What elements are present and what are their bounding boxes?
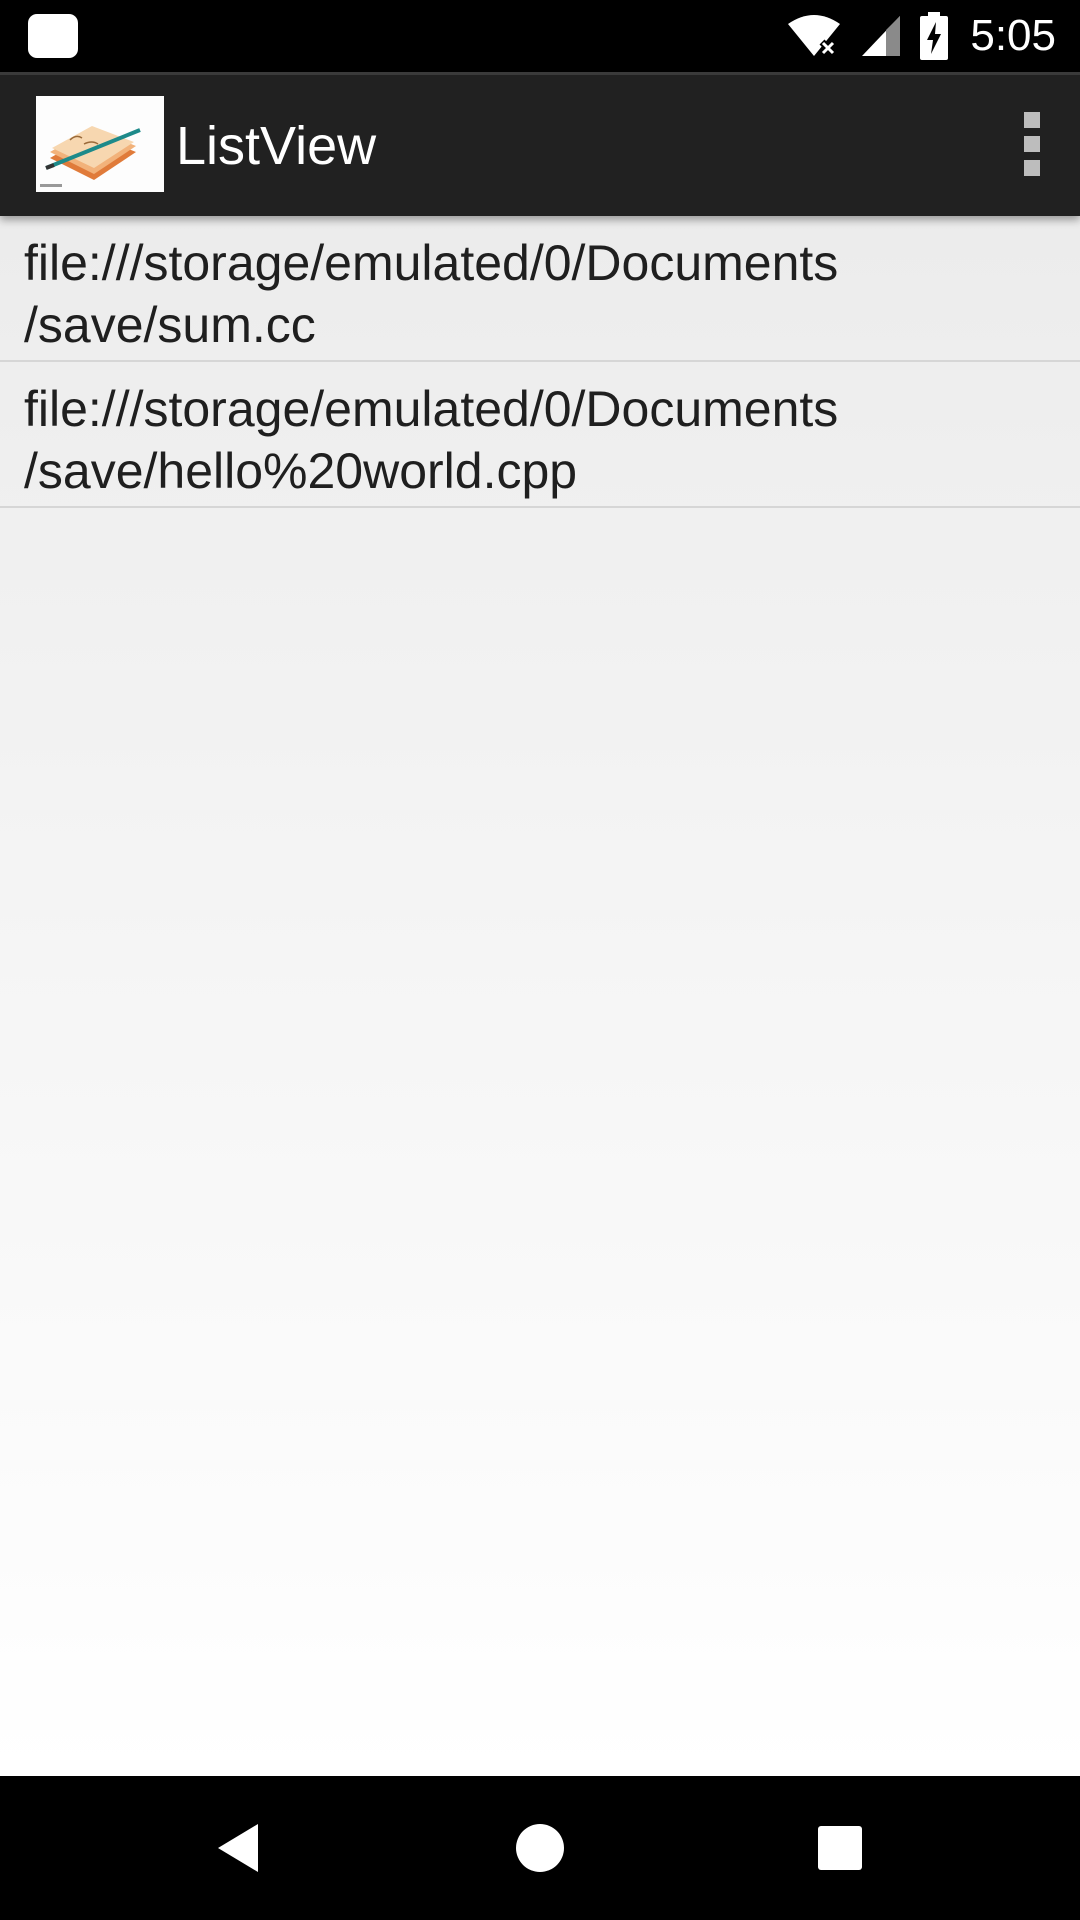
navigation-bar: [0, 1776, 1080, 1920]
file-list: file:///storage/emulated/0/Documents /sa…: [0, 216, 1080, 508]
list-item-line: /save/sum.cc: [24, 297, 316, 353]
status-bar: 5:05: [0, 0, 1080, 72]
list-item-line: file:///storage/emulated/0/Documents: [24, 381, 839, 437]
back-icon: [218, 1824, 258, 1872]
list-item[interactable]: file:///storage/emulated/0/Documents /sa…: [0, 216, 1080, 362]
status-time: 5:05: [970, 11, 1056, 60]
list-item-line: /save/hello%20world.cpp: [24, 443, 578, 499]
signal-icon: [862, 16, 901, 56]
list-item[interactable]: file:///storage/emulated/0/Documents /sa…: [0, 362, 1080, 508]
status-icons: 5:05: [786, 8, 1056, 64]
list-item-line: file:///storage/emulated/0/Documents: [24, 235, 839, 291]
list-view[interactable]: file:///storage/emulated/0/Documents /sa…: [0, 216, 1080, 1776]
overflow-menu-button[interactable]: [1008, 108, 1056, 180]
overflow-menu-icon: [1024, 112, 1040, 128]
toolbar-divider: [0, 72, 1080, 75]
recents-button[interactable]: [804, 1812, 876, 1884]
overflow-menu-dot: [1024, 136, 1040, 152]
overflow-menu-dot: [1024, 160, 1040, 176]
back-button[interactable]: [204, 1812, 276, 1884]
home-button[interactable]: [504, 1812, 576, 1884]
recents-icon: [818, 1826, 862, 1870]
app-toolbar: ListView: [0, 72, 1080, 216]
notepad-pencil-icon: [36, 96, 164, 192]
battery-charging-icon: [920, 12, 949, 60]
notification-icon: [28, 14, 78, 58]
home-icon: [516, 1824, 564, 1872]
page-title: ListView: [176, 116, 377, 176]
wifi-icon: [788, 15, 841, 57]
